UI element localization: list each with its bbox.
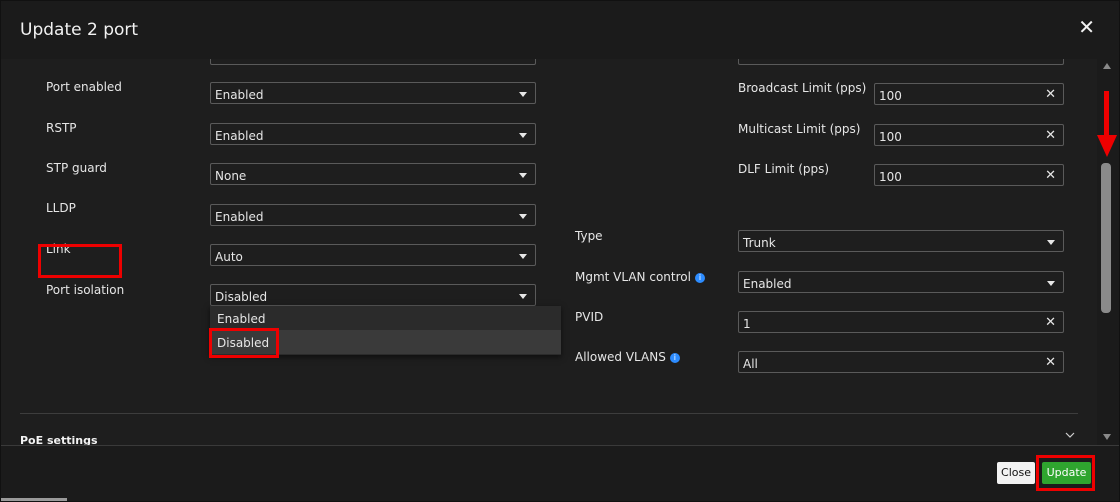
caret-down-icon [1047,240,1055,245]
label-dlf-limit: DLF Limit (pps) [738,162,830,176]
lldp-select[interactable]: Enabled [210,204,536,226]
dlf-limit-value: 100 [879,170,902,184]
pvid-value: 1 [743,317,751,331]
lldp-value: Enabled [215,210,264,224]
port-enabled-select[interactable]: Enabled [210,82,536,104]
info-icon[interactable]: i [669,352,680,363]
type-value: Trunk [743,236,776,250]
field-above-left[interactable] [210,59,536,65]
caret-down-icon [519,92,527,97]
info-icon[interactable]: i [694,272,705,283]
mgmt-vlan-value: Enabled [743,277,792,291]
scroll-up-arrow-icon[interactable] [1102,62,1112,70]
stp-guard-select[interactable]: None [210,163,536,185]
label-port-isolation: Port isolation [46,283,125,297]
broadcast-limit-input[interactable]: 100 ✕ [874,83,1064,105]
dialog-header: Update 2 port ✕ [1,1,1119,60]
field-above-right[interactable] [738,59,1064,65]
label-pvid: PVID [575,310,604,324]
clear-icon[interactable]: ✕ [1045,128,1056,143]
scrollbar-thumb[interactable] [1101,163,1111,313]
highlight-port-isolation [38,244,122,278]
multicast-limit-value: 100 [879,130,902,144]
highlight-update-button [1036,455,1095,491]
section-divider [20,413,1078,414]
poe-settings-header[interactable]: PoE settings [20,434,98,445]
link-value: Auto [215,250,243,264]
link-select[interactable]: Auto [210,244,536,266]
broadcast-limit-value: 100 [879,89,902,103]
option-label: Enabled [217,312,266,326]
caret-down-icon [519,214,527,219]
dlf-limit-input[interactable]: 100 ✕ [874,164,1064,186]
close-button[interactable]: Close [997,462,1035,484]
caret-down-icon [519,254,527,259]
mgmt-vlan-label-text: Mgmt VLAN control [575,270,691,284]
label-type: Type [575,229,603,243]
rstp-value: Enabled [215,129,264,143]
rstp-select[interactable]: Enabled [210,123,536,145]
stp-guard-value: None [215,169,247,183]
allowed-vlans-label-text: Allowed VLANS [575,350,666,364]
highlight-disabled-option [209,328,279,358]
label-lldp: LLDP [46,201,76,215]
update-port-dialog: Update 2 port ✕ Port enabled RSTP STP gu… [0,0,1120,502]
port-enabled-value: Enabled [215,88,264,102]
clear-icon[interactable]: ✕ [1045,315,1056,330]
caret-down-icon [1047,281,1055,286]
dropdown-option-enabled[interactable]: Enabled [210,306,561,330]
chevron-down-icon[interactable] [1065,430,1075,440]
port-isolation-value: Disabled [215,290,268,304]
port-isolation-select[interactable]: Disabled [210,284,536,306]
caret-down-icon [519,173,527,178]
label-mgmt-vlan-control: Mgmt VLAN control i [575,270,705,284]
mgmt-vlan-control-select[interactable]: Enabled [738,271,1064,293]
dialog-footer [1,445,1119,501]
clear-icon[interactable]: ✕ [1045,87,1056,102]
scroll-down-arrow-icon[interactable] [1102,433,1112,441]
scroll-down-arrow [1097,91,1117,157]
clear-icon[interactable]: ✕ [1045,168,1056,183]
dialog-body: Port enabled RSTP STP guard LLDP Link Po… [1,59,1097,445]
label-allowed-vlans: Allowed VLANS i [575,350,680,364]
dialog-title: Update 2 port [20,20,139,40]
label-port-enabled: Port enabled [46,80,122,94]
multicast-limit-input[interactable]: 100 ✕ [874,124,1064,146]
type-select[interactable]: Trunk [738,230,1064,252]
label-multicast-limit: Multicast Limit (pps) [738,122,861,136]
pvid-input[interactable]: 1 ✕ [738,311,1064,333]
caret-down-icon [519,294,527,299]
window-bottom-bar [1,498,67,501]
allowed-vlans-input[interactable]: All ✕ [738,351,1064,373]
label-stp-guard: STP guard [46,161,107,175]
allowed-vlans-value: All [743,357,758,371]
clear-icon[interactable]: ✕ [1045,355,1056,370]
close-icon[interactable]: ✕ [1078,17,1095,37]
label-broadcast-limit: Broadcast Limit (pps) [738,81,867,95]
label-rstp: RSTP [46,121,77,135]
caret-down-icon [519,133,527,138]
